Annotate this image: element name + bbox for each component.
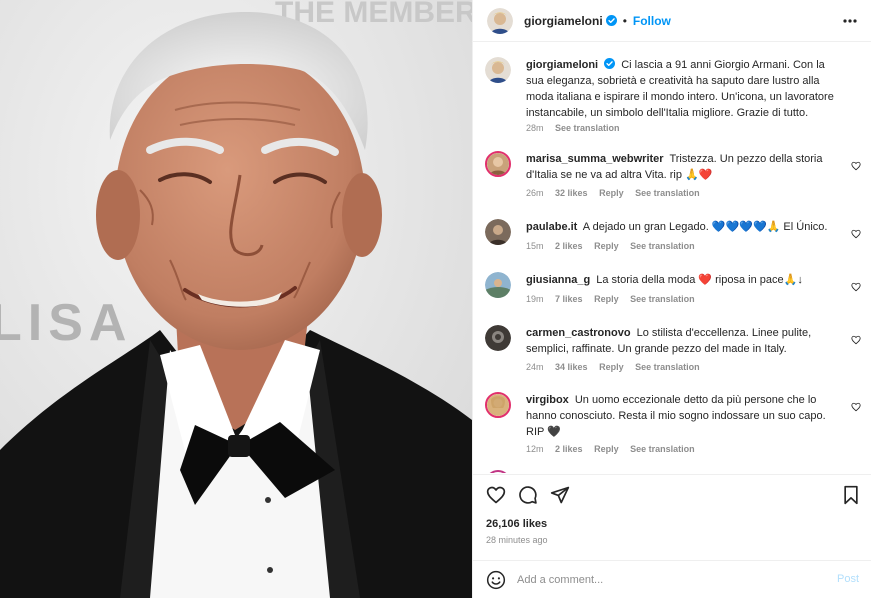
author-avatar[interactable] bbox=[487, 7, 513, 34]
caption-row: giorgiameloni Ci lascia a 91 anni Giorgi… bbox=[485, 57, 865, 137]
post-comment-button[interactable]: Post bbox=[837, 573, 859, 585]
caption-time: 28m bbox=[526, 123, 544, 133]
like-comment-heart-icon[interactable] bbox=[851, 402, 861, 412]
comment-meta: 26m 32 likes Reply See translation bbox=[526, 188, 709, 198]
likes-count[interactable]: 26,106 likes bbox=[486, 518, 547, 530]
comment-meta: 24m 34 likes Reply See translation bbox=[526, 362, 709, 372]
comment-username[interactable]: carmen_castronovo bbox=[526, 327, 631, 339]
commenter-avatar[interactable] bbox=[485, 325, 511, 351]
save-bookmark-icon[interactable] bbox=[841, 485, 861, 505]
see-translation-button[interactable]: See translation bbox=[635, 362, 700, 372]
backdrop-text-mid: LISA bbox=[0, 294, 132, 352]
comment-emoji: 🖤 bbox=[547, 426, 561, 438]
more-options-icon[interactable] bbox=[842, 13, 858, 29]
comment-time: 19m bbox=[526, 294, 544, 304]
caption-text-block: giorgiameloni Ci lascia a 91 anni Giorgi… bbox=[526, 57, 842, 121]
portrait-illustration: THE MEMBERS LISA bbox=[0, 0, 472, 598]
comment-row: carmen_castronovo Lo stilista d'eccellen… bbox=[485, 325, 865, 377]
commenter-avatar[interactable] bbox=[485, 151, 511, 177]
comment-likes-count[interactable]: 32 likes bbox=[555, 188, 588, 198]
comment-emoji-after: 🙏↓ bbox=[783, 274, 803, 286]
reply-button[interactable]: Reply bbox=[594, 241, 619, 251]
comment-likes-count[interactable]: 34 likes bbox=[555, 362, 588, 372]
comment-text: Un uomo eccezionale detto da più persone… bbox=[526, 394, 826, 438]
comment-username[interactable]: virgibox bbox=[526, 394, 569, 406]
post-panel: giorgiameloni • Follow giorgiameloni Ci … bbox=[472, 0, 871, 598]
commenter-avatar[interactable] bbox=[485, 470, 511, 473]
comment-row: virgibox Un uomo eccezionale detto da pi… bbox=[485, 392, 865, 462]
comment-text-block: marisa_summa_webwriter Tristezza. Un pez… bbox=[526, 151, 842, 183]
post-time-ago: 28 minutes ago bbox=[486, 535, 548, 545]
add-comment-bar: Post bbox=[473, 560, 871, 598]
comment-username[interactable]: marisa_summa_webwriter bbox=[526, 153, 664, 165]
like-comment-heart-icon[interactable] bbox=[851, 229, 861, 239]
comment-text: A dejado un gran Legado. bbox=[582, 221, 709, 233]
comment-username[interactable]: giusianna_g bbox=[526, 274, 590, 286]
like-comment-heart-icon[interactable] bbox=[851, 161, 861, 171]
separator-dot: • bbox=[622, 13, 627, 28]
comment-text-block: paulabe.it A dejado un gran Legado. 💙💙💙💙… bbox=[526, 219, 842, 235]
add-comment-input[interactable] bbox=[517, 570, 817, 590]
reply-button[interactable]: Reply bbox=[599, 188, 624, 198]
caption-meta: 28m See translation bbox=[526, 123, 629, 133]
reply-button[interactable]: Reply bbox=[599, 362, 624, 372]
verified-badge-icon bbox=[605, 15, 617, 26]
verified-badge-icon bbox=[604, 58, 616, 69]
comment-text-block: giusianna_g La storia della moda ❤️ ripo… bbox=[526, 272, 842, 288]
see-translation-button[interactable]: See translation bbox=[630, 294, 695, 304]
comment-time: 12m bbox=[526, 444, 544, 454]
caption-username[interactable]: giorgiameloni bbox=[526, 59, 598, 71]
comment-time: 24m bbox=[526, 362, 544, 372]
comment-meta: 19m 7 likes Reply See translation bbox=[526, 294, 704, 304]
post-image[interactable]: THE MEMBERS LISA bbox=[0, 0, 472, 598]
author-username[interactable]: giorgiameloni bbox=[524, 14, 603, 28]
see-translation-button[interactable]: See translation bbox=[630, 444, 695, 454]
comment-row: paulabe.it A dejado un gran Legado. 💙💙💙💙… bbox=[485, 219, 865, 259]
caption-see-translation[interactable]: See translation bbox=[555, 123, 620, 133]
comment-username[interactable]: paulabe.it bbox=[526, 221, 577, 233]
see-translation-button[interactable]: See translation bbox=[630, 241, 695, 251]
comment-text-block: carmen_castronovo Lo stilista d'eccellen… bbox=[526, 325, 842, 357]
author-avatar[interactable] bbox=[485, 57, 511, 83]
comment-row: marisa_summa_webwriter Tristezza. Un pez… bbox=[485, 151, 865, 203]
comment-icon[interactable] bbox=[518, 485, 538, 505]
like-comment-heart-icon[interactable] bbox=[851, 282, 861, 292]
comment-text-after: El Único. bbox=[783, 221, 828, 233]
comment-likes-count[interactable]: 7 likes bbox=[555, 294, 583, 304]
comment-text-after: riposa in pace bbox=[715, 274, 784, 286]
comment-emoji: 🙏❤️ bbox=[685, 169, 713, 181]
comment-row-partial bbox=[485, 470, 865, 473]
see-translation-button[interactable]: See translation bbox=[635, 188, 700, 198]
emoji-smiley-icon[interactable] bbox=[486, 570, 506, 590]
comment-time: 26m bbox=[526, 188, 544, 198]
like-comment-heart-icon[interactable] bbox=[851, 335, 861, 345]
comment-likes-count[interactable]: 2 likes bbox=[555, 444, 583, 454]
share-send-icon[interactable] bbox=[550, 485, 570, 505]
reply-button[interactable]: Reply bbox=[594, 444, 619, 454]
follow-button[interactable]: Follow bbox=[633, 14, 671, 28]
commenter-avatar[interactable] bbox=[485, 272, 511, 298]
like-heart-icon[interactable] bbox=[486, 485, 506, 505]
comment-text-block: virgibox Un uomo eccezionale detto da pi… bbox=[526, 392, 842, 440]
comments-list[interactable]: giorgiameloni Ci lascia a 91 anni Giorgi… bbox=[473, 43, 871, 473]
comment-likes-count[interactable]: 2 likes bbox=[555, 241, 583, 251]
comment-meta: 15m 2 likes Reply See translation bbox=[526, 241, 704, 251]
commenter-avatar[interactable] bbox=[485, 219, 511, 245]
comment-time: 15m bbox=[526, 241, 544, 251]
commenter-avatar[interactable] bbox=[485, 392, 511, 418]
comment-emoji: 💙💙💙💙🙏 bbox=[711, 221, 781, 233]
post-header: giorgiameloni • Follow bbox=[473, 0, 871, 42]
comment-row: giusianna_g La storia della moda ❤️ ripo… bbox=[485, 272, 865, 312]
reply-button[interactable]: Reply bbox=[594, 294, 619, 304]
comment-text: La storia della moda bbox=[596, 274, 696, 286]
comment-meta: 12m 2 likes Reply See translation bbox=[526, 444, 704, 454]
post-actions: 26,106 likes 28 minutes ago Post bbox=[473, 474, 871, 598]
comment-emoji: ❤️ bbox=[698, 274, 713, 286]
